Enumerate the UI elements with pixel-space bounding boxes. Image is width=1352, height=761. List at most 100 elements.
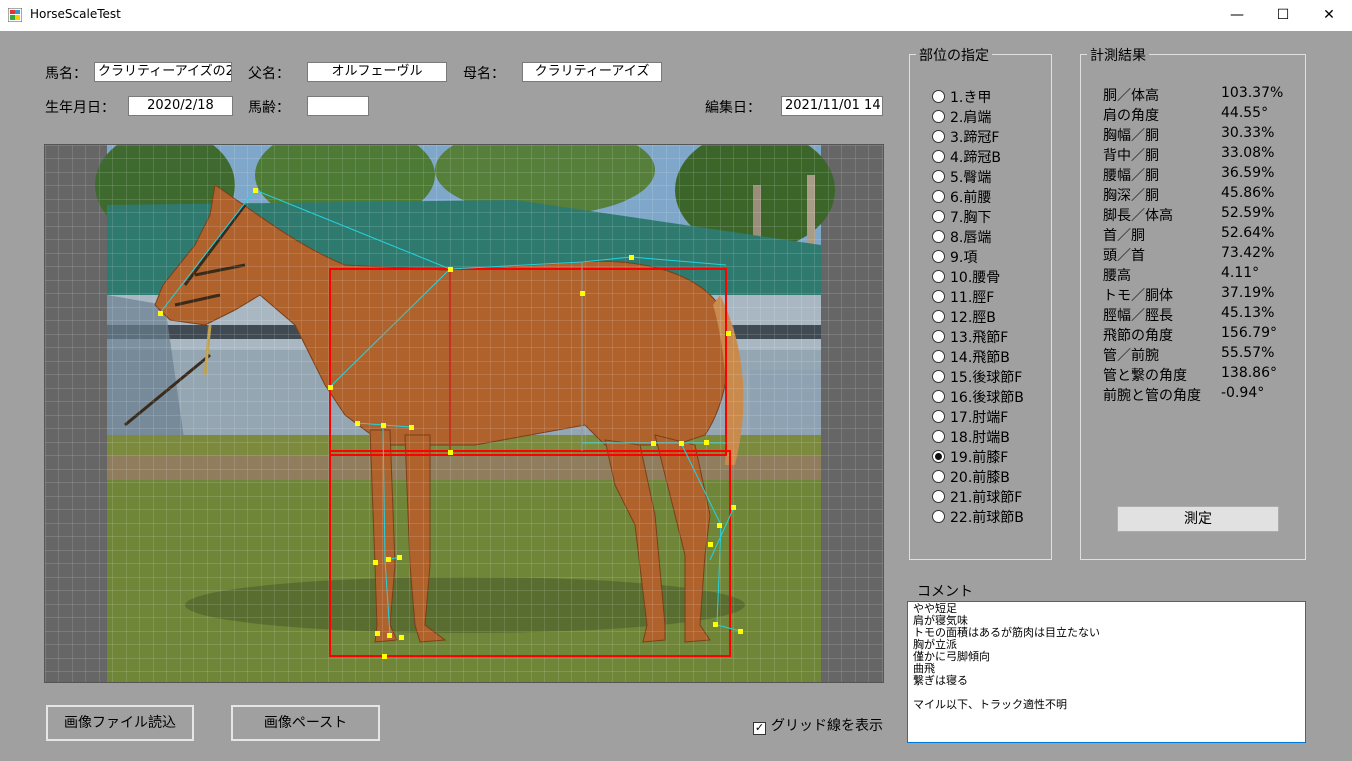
part-radio-label: 21.前球節F — [950, 490, 1023, 506]
part-radio-3[interactable]: 3.蹄冠F — [932, 127, 999, 147]
part-radio-4[interactable]: 4.蹄冠B — [932, 147, 1001, 167]
age-label: 馬齢： — [248, 100, 290, 116]
result-key: 胸幅／胴 — [1103, 128, 1159, 144]
dam-field[interactable]: クラリティーアイズ — [522, 62, 662, 82]
part-radio-21[interactable]: 21.前球節F — [932, 487, 1022, 507]
radio-icon[interactable] — [932, 510, 945, 523]
result-row: 肩の角度 44.55° — [1103, 105, 1303, 125]
grid-checkbox-label: グリッド線を表示 — [771, 718, 883, 734]
radio-icon[interactable] — [932, 210, 945, 223]
window-title: HorseScaleTest — [30, 7, 121, 21]
result-row: 胸深／胴 45.86% — [1103, 185, 1303, 205]
result-value: 36.59% — [1221, 165, 1275, 181]
part-radio-13[interactable]: 13.飛節F — [932, 327, 1008, 347]
part-radio-19[interactable]: 19.前膝F — [932, 447, 1008, 467]
result-key: 胴／体高 — [1103, 88, 1159, 104]
radio-icon[interactable] — [932, 350, 945, 363]
horse-name-field[interactable]: クラリティーアイズの20 — [94, 62, 232, 82]
sire-field[interactable]: オルフェーヴル — [307, 62, 447, 82]
radio-icon[interactable] — [932, 390, 945, 403]
result-key: 腰高 — [1103, 268, 1131, 284]
image-canvas[interactable] — [44, 144, 884, 683]
result-row: 管／前腕 55.57% — [1103, 345, 1303, 365]
result-value: 45.86% — [1221, 185, 1275, 201]
part-radio-15[interactable]: 15.後球節F — [932, 367, 1022, 387]
result-row: 前腕と管の角度 -0.94° — [1103, 385, 1303, 405]
radio-icon[interactable] — [932, 490, 945, 503]
age-field[interactable] — [307, 96, 369, 116]
result-value: 30.33% — [1221, 125, 1275, 141]
part-radio-label: 1.き甲 — [950, 90, 992, 106]
radio-icon[interactable] — [932, 450, 945, 463]
part-radio-label: 8.唇端 — [950, 230, 992, 246]
radio-icon[interactable] — [932, 230, 945, 243]
result-value: 4.11° — [1221, 265, 1260, 281]
part-radio-6[interactable]: 6.前腰 — [932, 187, 991, 207]
minimize-button[interactable]: — — [1214, 0, 1260, 31]
radio-icon[interactable] — [932, 190, 945, 203]
part-radio-7[interactable]: 7.胸下 — [932, 207, 991, 227]
part-radio-10[interactable]: 10.腰骨 — [932, 267, 1000, 287]
radio-icon[interactable] — [932, 370, 945, 383]
part-radio-5[interactable]: 5.臀端 — [932, 167, 991, 187]
radio-icon[interactable] — [932, 290, 945, 303]
close-button[interactable]: ✕ — [1306, 0, 1352, 31]
part-radio-2[interactable]: 2.肩端 — [932, 107, 991, 127]
part-radio-11[interactable]: 11.脛F — [932, 287, 994, 307]
part-radio-8[interactable]: 8.唇端 — [932, 227, 991, 247]
radio-icon[interactable] — [932, 110, 945, 123]
part-radio-label: 17.肘端F — [950, 410, 1009, 426]
maximize-button[interactable]: ☐ — [1260, 0, 1306, 31]
part-radio-1[interactable]: 1.き甲 — [932, 87, 991, 107]
result-value: 45.13% — [1221, 305, 1275, 321]
paste-image-button[interactable]: 画像ペースト — [231, 705, 380, 741]
result-key: 脚長／体高 — [1103, 208, 1173, 224]
part-radio-17[interactable]: 17.肘端F — [932, 407, 1008, 427]
checkbox-icon[interactable]: ✓ — [753, 722, 766, 735]
part-radio-label: 20.前膝B — [950, 470, 1010, 486]
edit-date-label: 編集日： — [705, 100, 761, 116]
radio-icon[interactable] — [932, 330, 945, 343]
result-row: 脛幅／脛長 45.13% — [1103, 305, 1303, 325]
part-radio-9[interactable]: 9.項 — [932, 247, 977, 267]
radio-icon[interactable] — [932, 470, 945, 483]
radio-icon[interactable] — [932, 130, 945, 143]
result-key: 肩の角度 — [1103, 108, 1159, 124]
edit-date-field[interactable]: 2021/11/01 14 — [781, 96, 883, 116]
radio-icon[interactable] — [932, 90, 945, 103]
comment-line: マイル以下、トラック適性不明 — [913, 698, 1067, 711]
parts-group: 部位の指定 1.き甲 2.肩端 3.蹄冠F 4.蹄冠B 5.臀端 6.前腰 7.胸下 8.唇端… — [909, 45, 1052, 560]
comment-line: 曲飛 — [913, 662, 935, 675]
comment-textarea[interactable]: やや短足 肩が寝気味 トモの面積はあるが筋肉は目立たない 胸が立派 僅かに弓脚傾向 曲飛繋… — [907, 601, 1306, 743]
result-key: 飛節の角度 — [1103, 328, 1173, 344]
radio-icon[interactable] — [932, 270, 945, 283]
radio-icon[interactable] — [932, 250, 945, 263]
part-radio-12[interactable]: 12.脛B — [932, 307, 996, 327]
measure-button[interactable]: 測定 — [1117, 506, 1279, 532]
result-value: 73.42% — [1221, 245, 1275, 261]
app-icon — [8, 8, 22, 22]
result-value: 55.57% — [1221, 345, 1275, 361]
grid-checkbox[interactable]: ✓ グリッド線を表示 — [753, 715, 883, 735]
part-radio-14[interactable]: 14.飛節B — [932, 347, 1010, 367]
result-value: 52.64% — [1221, 225, 1275, 241]
result-key: 管と繋の角度 — [1103, 368, 1187, 384]
result-key: 管／前腕 — [1103, 348, 1159, 364]
part-radio-18[interactable]: 18.肘端B — [932, 427, 1010, 447]
part-radio-label: 11.脛F — [950, 290, 995, 306]
radio-icon[interactable] — [932, 410, 945, 423]
radio-icon[interactable] — [932, 430, 945, 443]
radio-icon[interactable] — [932, 150, 945, 163]
part-radio-label: 5.臀端 — [950, 170, 992, 186]
horse-image — [45, 145, 883, 682]
birth-field[interactable]: 2020/2/18 — [128, 96, 233, 116]
part-radio-16[interactable]: 16.後球節B — [932, 387, 1024, 407]
load-image-button[interactable]: 画像ファイル読込 — [46, 705, 194, 741]
radio-icon[interactable] — [932, 170, 945, 183]
radio-icon[interactable] — [932, 310, 945, 323]
part-radio-20[interactable]: 20.前膝B — [932, 467, 1010, 487]
part-radio-label: 16.後球節B — [950, 390, 1024, 406]
result-key: 背中／胴 — [1103, 148, 1159, 164]
part-radio-label: 2.肩端 — [950, 110, 992, 126]
part-radio-22[interactable]: 22.前球節B — [932, 507, 1024, 527]
